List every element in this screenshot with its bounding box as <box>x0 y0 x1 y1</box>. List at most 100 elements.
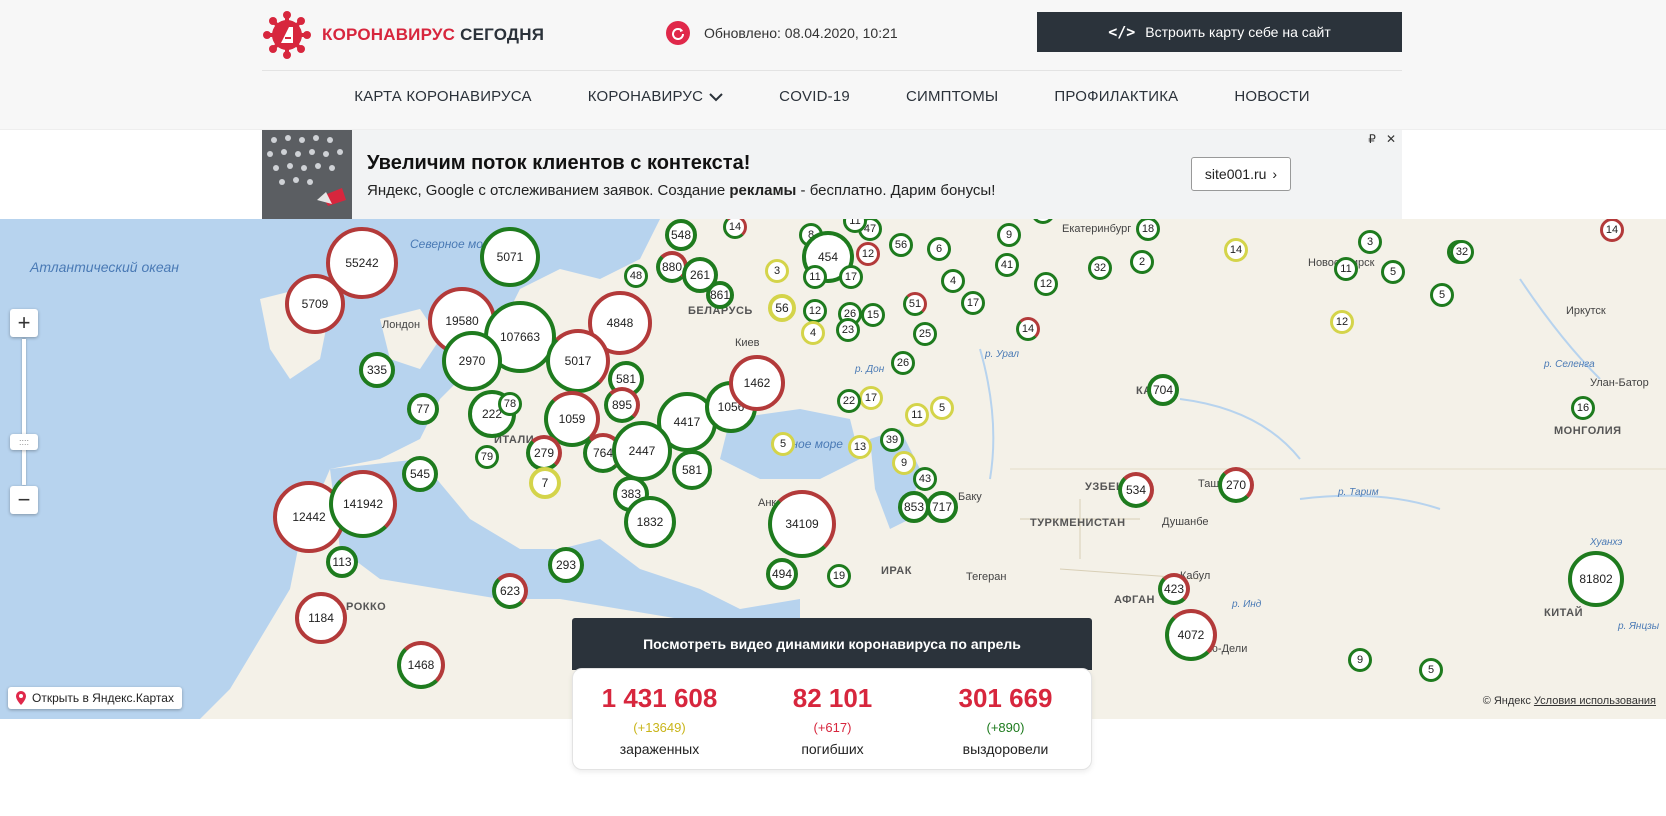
case-marker[interactable]: 11 <box>1334 257 1358 281</box>
zoom-track[interactable] <box>22 339 26 485</box>
case-marker[interactable]: 9 <box>997 223 1021 247</box>
ad-text-bold: рекламы <box>729 182 797 199</box>
case-marker[interactable]: 32 <box>1450 240 1474 264</box>
case-marker[interactable]: 9 <box>892 451 916 475</box>
case-marker[interactable]: 56 <box>768 294 796 322</box>
case-marker[interactable]: 4072 <box>1165 609 1217 661</box>
case-marker[interactable]: 5 <box>930 396 954 420</box>
case-marker[interactable]: 22 <box>837 389 861 413</box>
case-marker[interactable]: 1462 <box>729 355 785 411</box>
ad-banner[interactable]: Увеличим поток клиентов с контекста! Янд… <box>262 130 1402 219</box>
case-marker[interactable]: 78 <box>498 392 522 416</box>
case-marker[interactable]: 17 <box>859 386 883 410</box>
case-marker[interactable]: 7 <box>529 467 561 499</box>
case-marker[interactable]: 5 <box>1430 283 1454 307</box>
case-marker[interactable]: 16 <box>1571 396 1595 420</box>
case-marker[interactable]: 5709 <box>285 274 345 334</box>
case-marker[interactable]: 2447 <box>612 421 672 481</box>
zoom-handle[interactable]: :::: <box>10 434 38 450</box>
case-marker[interactable]: 704 <box>1147 374 1179 406</box>
case-marker[interactable]: 1468 <box>397 641 445 689</box>
case-marker[interactable]: 48 <box>624 264 648 288</box>
case-marker[interactable]: 81802 <box>1568 551 1624 607</box>
case-marker[interactable]: 26 <box>891 351 915 375</box>
case-marker[interactable]: 19 <box>827 564 851 588</box>
case-marker[interactable]: 17 <box>839 265 863 289</box>
ad-site-button[interactable]: site001.ru › <box>1191 157 1291 191</box>
nav-item-coronavirus[interactable]: КОРОНАВИРУС <box>560 88 751 105</box>
case-marker[interactable]: 14 <box>1600 219 1624 242</box>
terms-link[interactable]: Условия использования <box>1534 695 1656 707</box>
refresh-icon[interactable] <box>666 21 690 45</box>
case-marker[interactable]: 293 <box>548 547 584 583</box>
case-marker[interactable]: 15 <box>861 303 885 327</box>
case-marker[interactable]: 39 <box>880 428 904 452</box>
nav-item-news[interactable]: НОВОСТИ <box>1206 88 1337 105</box>
stats-video-button[interactable]: Посмотреть видео динамики коронавируса п… <box>572 618 1092 670</box>
case-marker[interactable]: 9 <box>1348 648 1372 672</box>
case-marker[interactable]: 5 <box>1419 658 1443 682</box>
case-marker[interactable]: 5017 <box>546 329 610 393</box>
case-marker[interactable]: 717 <box>926 491 958 523</box>
nav-item-symptoms[interactable]: СИМПТОМЫ <box>878 88 1026 105</box>
case-marker[interactable]: 861 <box>706 281 734 309</box>
case-marker[interactable]: 79 <box>475 445 499 469</box>
case-marker[interactable]: 12 <box>1330 310 1354 334</box>
open-yandex-maps-button[interactable]: Открыть в Яндекс.Картах <box>8 687 182 709</box>
case-marker[interactable]: 3 <box>1358 230 1382 254</box>
case-marker[interactable]: 335 <box>359 352 395 388</box>
case-marker[interactable]: 13 <box>848 435 872 459</box>
case-marker[interactable]: 494 <box>766 558 798 590</box>
case-marker[interactable]: 1184 <box>295 592 347 644</box>
zoom-in-button[interactable]: + <box>10 309 38 337</box>
case-marker[interactable]: 3 <box>765 259 789 283</box>
case-marker[interactable]: 4 <box>801 321 825 345</box>
case-marker[interactable]: 25 <box>913 322 937 346</box>
case-marker[interactable]: 32 <box>1088 256 1112 280</box>
case-marker[interactable]: 5 <box>1381 260 1405 284</box>
case-marker[interactable]: 423 <box>1158 573 1190 605</box>
case-marker[interactable]: 4 <box>941 269 965 293</box>
zoom-out-button[interactable]: − <box>10 486 38 514</box>
case-marker[interactable]: 113 <box>326 546 358 578</box>
case-marker[interactable]: 41 <box>995 253 1019 277</box>
case-marker[interactable]: 5071 <box>480 227 540 287</box>
case-marker[interactable]: 17 <box>961 291 985 315</box>
ad-close-icon[interactable]: ✕ <box>1386 132 1396 146</box>
case-marker[interactable]: 623 <box>492 573 528 609</box>
ad-ruble-icon[interactable]: ₽ <box>1368 132 1376 146</box>
case-marker[interactable]: 581 <box>672 450 712 490</box>
case-marker[interactable]: 2970 <box>442 331 502 391</box>
case-marker[interactable]: 11 <box>905 403 929 427</box>
case-marker[interactable]: 12 <box>1034 272 1058 296</box>
case-marker[interactable]: 895 <box>604 387 640 423</box>
case-marker[interactable]: 270 <box>1218 467 1254 503</box>
case-marker[interactable]: 279 <box>526 435 562 471</box>
logo[interactable]: КОРОНАВИРУС СЕГОДНЯ <box>262 10 544 60</box>
case-marker[interactable]: 12 <box>856 242 880 266</box>
nav-item-map[interactable]: КАРТА КОРОНАВИРУСА <box>326 88 559 105</box>
nav-item-covid[interactable]: COVID-19 <box>751 88 878 105</box>
case-marker[interactable]: 534 <box>1118 472 1154 508</box>
case-marker[interactable]: 23 <box>836 318 860 342</box>
case-marker[interactable]: 43 <box>913 467 937 491</box>
case-marker[interactable]: 545 <box>402 456 438 492</box>
case-marker[interactable]: 77 <box>407 393 439 425</box>
case-marker[interactable]: 11 <box>803 265 827 289</box>
case-marker[interactable]: 51 <box>903 292 927 316</box>
case-marker[interactable]: 14 <box>1016 317 1040 341</box>
case-marker[interactable]: 34109 <box>768 490 836 558</box>
label-ulan-bator: Улан-Батор <box>1590 377 1649 389</box>
nav-item-prevention[interactable]: ПРОФИЛАКТИКА <box>1026 88 1206 105</box>
brand-name-red: КОРОНАВИРУС <box>322 25 456 44</box>
case-marker[interactable]: 2 <box>1130 250 1154 274</box>
case-marker[interactable]: 14 <box>1224 238 1248 262</box>
case-marker[interactable]: 5 <box>771 432 795 456</box>
case-marker[interactable]: 12 <box>803 299 827 323</box>
case-marker[interactable]: 56 <box>889 233 913 257</box>
case-marker[interactable]: 141942 <box>329 470 397 538</box>
case-marker[interactable]: 548 <box>665 219 697 251</box>
case-marker[interactable]: 1832 <box>624 496 676 548</box>
embed-map-button[interactable]: </> Встроить карту себе на сайт <box>1037 12 1402 52</box>
case-marker[interactable]: 6 <box>927 237 951 261</box>
